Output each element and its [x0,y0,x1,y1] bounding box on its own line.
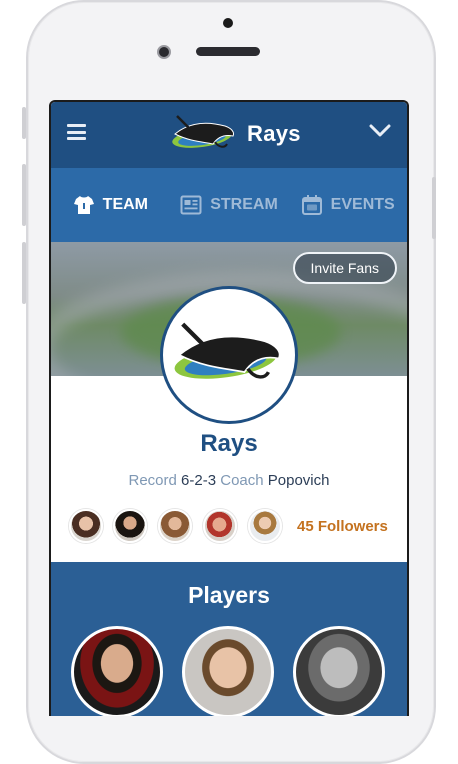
invite-fans-button[interactable]: Invite Fans [292,252,397,284]
tab-stream[interactable]: STREAM [170,168,289,242]
player-avatar[interactable] [293,626,385,716]
follower-avatar[interactable] [203,509,237,543]
team-name: Rays [200,430,258,457]
proximity-sensor [223,18,233,28]
calendar-icon [301,195,322,215]
followers-row: 45 Followers [51,507,407,547]
rays-logo-icon [174,322,281,379]
follower-avatar[interactable] [248,509,282,543]
chevron-down-icon[interactable] [369,124,391,138]
players-section: Players [51,562,407,716]
follower-avatar[interactable] [113,509,147,543]
player-avatar[interactable] [71,626,163,716]
app-header: Rays [51,102,407,168]
players-title: Players [188,582,270,608]
follower-avatar[interactable] [69,509,103,543]
record-label: Record [128,472,177,489]
tab-team[interactable]: TEAM [51,168,170,242]
app-screen: Rays TEAM STREAM EVENTS Invite Fans Rays… [49,100,409,716]
newspaper-icon [180,195,202,215]
tab-stream-label: STREAM [210,196,278,213]
header-team-title: Rays [247,121,301,146]
follower-avatar[interactable] [158,509,192,543]
jersey-icon [73,196,94,214]
tab-team-label: TEAM [102,196,148,213]
tab-bar: TEAM STREAM EVENTS [51,168,407,242]
coach-label: Coach [220,472,264,489]
player-avatar[interactable] [182,626,274,716]
volume-up-button [22,164,26,226]
record-value: 6-2-3 [181,472,217,489]
tab-events-label: EVENTS [330,196,395,213]
front-camera [157,45,171,59]
team-logo-avatar [160,286,298,424]
volume-down-button [22,242,26,304]
power-button [432,177,436,239]
mute-switch [22,107,26,139]
coach-value: Popovich [267,472,330,489]
earpiece-speaker [196,47,260,56]
followers-count-link[interactable]: 45 Followers [297,518,388,535]
hamburger-menu-icon[interactable] [67,124,86,140]
rays-logo-icon [172,115,234,148]
tab-events[interactable]: EVENTS [288,168,407,242]
team-record: Record 6-2-3 Coach Popovich [51,472,407,489]
